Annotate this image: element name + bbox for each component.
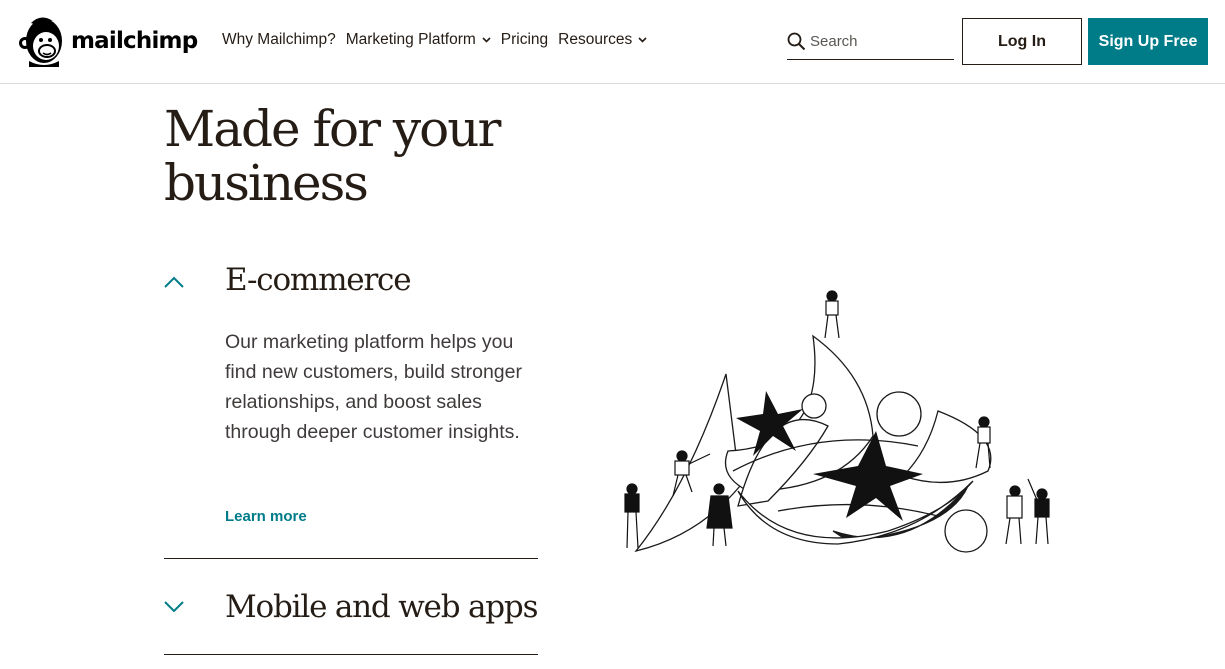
logo-wordmark: mailchimp bbox=[71, 28, 198, 54]
nav-item-label: Resources bbox=[558, 31, 633, 48]
accordion-divider bbox=[164, 654, 538, 655]
learn-more-link[interactable]: Learn more bbox=[225, 508, 307, 525]
nav-item-why-mailchimp[interactable]: Why Mailchimp? bbox=[222, 31, 336, 49]
person-figure bbox=[1005, 485, 1023, 545]
logo-link[interactable]: mailchimp bbox=[17, 15, 198, 67]
main-nav: Why Mailchimp? Marketing Platform Pricin… bbox=[222, 31, 657, 49]
login-button[interactable]: Log In bbox=[962, 18, 1082, 65]
nav-item-label: Pricing bbox=[500, 31, 549, 48]
search-bar bbox=[787, 27, 954, 60]
accordion-toggle-mobile-web-apps[interactable]: Mobile and web apps bbox=[164, 589, 538, 629]
nav-item-label: Why Mailchimp? bbox=[222, 31, 336, 48]
site-header: mailchimp Why Mailchimp? Marketing Platf… bbox=[0, 0, 1225, 84]
accordion-toggle-ecommerce[interactable]: E-commerce bbox=[164, 262, 538, 302]
person-figure bbox=[824, 290, 840, 339]
chevron-down-icon bbox=[164, 601, 184, 613]
signup-button[interactable]: Sign Up Free bbox=[1088, 18, 1208, 65]
search-input[interactable] bbox=[808, 31, 948, 51]
person-figure bbox=[624, 483, 640, 549]
page-title: Made for your business bbox=[164, 100, 501, 212]
accordion-body: Our marketing platform helps you find ne… bbox=[225, 331, 522, 443]
freddie-logo-icon bbox=[19, 17, 62, 67]
person-figure bbox=[1027, 478, 1050, 545]
circle-shape bbox=[944, 509, 988, 553]
search-icon[interactable] bbox=[787, 32, 806, 51]
circle-shape bbox=[801, 393, 827, 419]
chevron-up-icon bbox=[164, 276, 184, 288]
circle-shape bbox=[876, 391, 922, 437]
accordion-title: E-commerce bbox=[225, 262, 412, 298]
nav-item-resources[interactable]: Resources bbox=[558, 31, 647, 49]
nav-item-label: Marketing Platform bbox=[345, 31, 476, 48]
accordion-divider bbox=[164, 558, 538, 559]
accordion-title: Mobile and web apps bbox=[225, 589, 538, 625]
chevron-down-icon bbox=[482, 37, 491, 43]
nav-item-pricing[interactable]: Pricing bbox=[501, 31, 548, 49]
nav-item-marketing-platform[interactable]: Marketing Platform bbox=[346, 31, 491, 49]
chevron-down-icon bbox=[638, 37, 647, 43]
ecommerce-illustration bbox=[624, 290, 1050, 553]
